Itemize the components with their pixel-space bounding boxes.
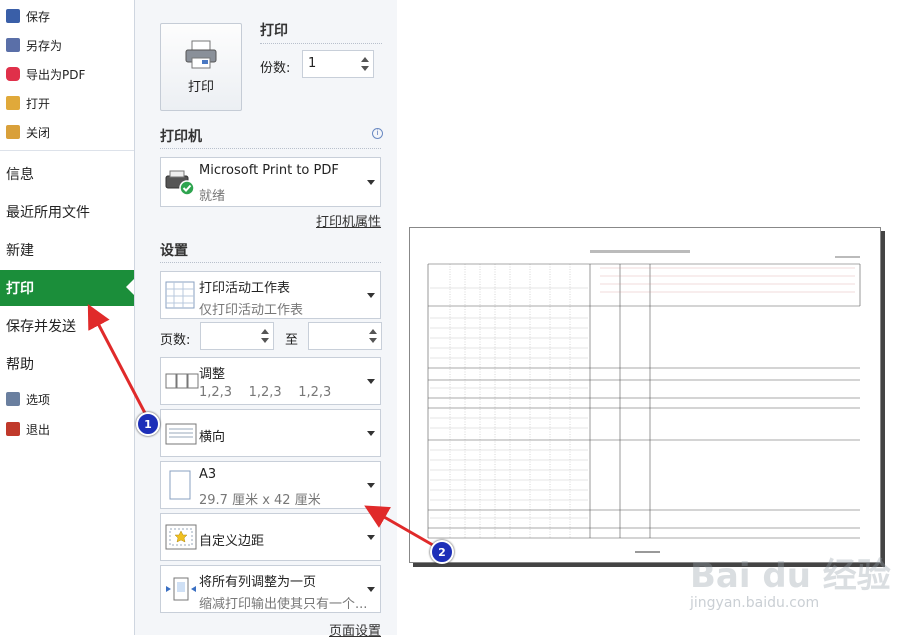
annotation-overlay <box>87 304 439 550</box>
annotation-arrow-2 <box>364 505 439 550</box>
annotation-arrow-1 <box>87 304 148 416</box>
annotation-badge-1: 1 <box>136 412 160 436</box>
annotation-badge-2: 2 <box>430 540 454 564</box>
